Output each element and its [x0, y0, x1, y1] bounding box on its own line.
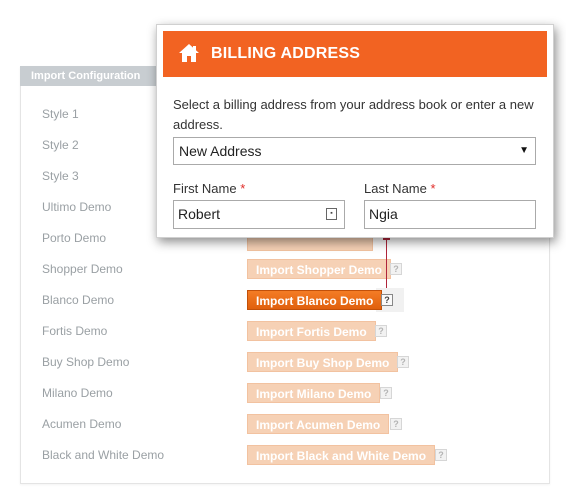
import-shopper-demo-button[interactable]: Import Shopper Demo	[247, 259, 392, 279]
config-row-fortis: Fortis Demo Import Fortis Demo ?	[42, 321, 542, 341]
row-label: Fortis Demo	[42, 324, 108, 338]
row-label: Buy Shop Demo	[42, 355, 130, 369]
home-icon	[179, 44, 199, 62]
row-label: Milano Demo	[42, 386, 113, 400]
last-name-label: Last Name *	[364, 181, 436, 196]
last-name-value: Ngia	[369, 206, 398, 222]
config-row-milano: Milano Demo Import Milano Demo ?	[42, 383, 542, 403]
row-label: Blanco Demo	[42, 293, 115, 307]
help-icon[interactable]: ?	[390, 418, 402, 430]
billing-header: BILLING ADDRESS	[163, 31, 547, 77]
first-name-field[interactable]: Robert ▪	[173, 200, 345, 229]
row-label: Black and White Demo	[42, 448, 165, 462]
row-label: Porto Demo	[42, 231, 107, 245]
config-row-black-and-white: Black and White Demo Import Black and Wh…	[42, 445, 542, 465]
first-name-label: First Name *	[173, 181, 245, 196]
address-book-select[interactable]: New Address ▼	[173, 137, 536, 165]
help-icon[interactable]: ?	[381, 294, 393, 306]
required-mark: *	[240, 181, 246, 196]
import-acumen-demo-button[interactable]: Import Acumen Demo	[247, 414, 390, 434]
last-name-field[interactable]: Ngia	[364, 200, 536, 229]
config-row-shopper: Shopper Demo Import Shopper Demo ?	[42, 259, 542, 279]
contact-card-icon[interactable]: ▪	[326, 208, 337, 220]
billing-address-card: BILLING ADDRESS Select a billing address…	[156, 24, 554, 238]
first-name-value: Robert	[178, 206, 221, 222]
row-label: Acumen Demo	[42, 417, 122, 431]
config-row-acumen: Acumen Demo Import Acumen Demo ?	[42, 414, 542, 434]
row-label: Shopper Demo	[42, 262, 123, 276]
billing-description: Select a billing address from your addre…	[173, 97, 534, 132]
help-icon[interactable]: ?	[380, 387, 392, 399]
import-configuration-tab[interactable]: Import Configuration	[20, 66, 158, 86]
required-mark: *	[430, 181, 436, 196]
callout-line	[386, 238, 387, 288]
import-blanco-demo-button[interactable]: Import Blanco Demo	[247, 290, 383, 310]
import-fortis-demo-button[interactable]: Import Fortis Demo	[247, 321, 376, 341]
help-icon[interactable]: ?	[390, 263, 402, 275]
row-label: Style 1	[42, 107, 79, 121]
row-label: Style 3	[42, 169, 79, 183]
first-name-label-text: First Name	[173, 181, 237, 196]
config-row-buy-shop: Buy Shop Demo Import Buy Shop Demo ?	[42, 352, 542, 372]
help-icon[interactable]: ?	[397, 356, 409, 368]
help-icon[interactable]: ?	[435, 449, 447, 461]
row-label: Ultimo Demo	[42, 200, 112, 214]
import-buy-shop-demo-button[interactable]: Import Buy Shop Demo	[247, 352, 399, 372]
last-name-label-text: Last Name	[364, 181, 427, 196]
import-milano-demo-button[interactable]: Import Milano Demo	[247, 383, 381, 403]
help-icon[interactable]: ?	[375, 325, 387, 337]
row-label: Style 2	[42, 138, 79, 152]
address-select-value: New Address	[179, 143, 262, 159]
import-black-and-white-demo-button[interactable]: Import Black and White Demo	[247, 445, 436, 465]
billing-title: BILLING ADDRESS	[211, 45, 361, 62]
config-row-blanco: Blanco Demo Import Blanco Demo ?	[42, 290, 542, 310]
chevron-down-icon: ▼	[519, 145, 529, 156]
